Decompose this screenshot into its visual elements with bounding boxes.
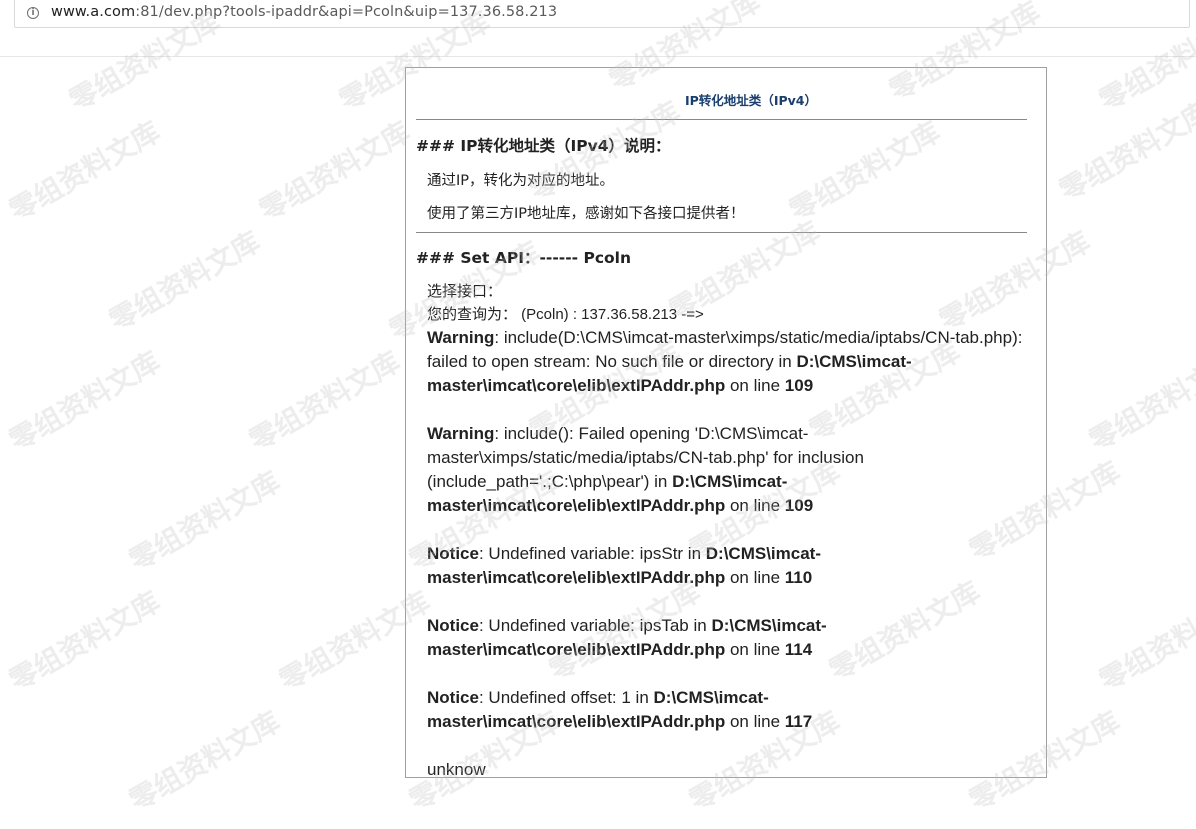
message-line-number: 109 (784, 376, 814, 395)
message-line-number: 114 (784, 640, 813, 659)
select-api-label: 选择接口： (427, 283, 503, 300)
watermark-text: 零组资料文库 (243, 345, 406, 458)
info-icon[interactable]: i (27, 7, 39, 19)
message-line-number: 117 (784, 712, 813, 731)
message-on-line: on line (725, 712, 785, 731)
watermark-text: 零组资料文库 (253, 115, 416, 228)
divider (416, 119, 1027, 120)
message-level: Notice (427, 688, 479, 707)
message-on-line: on line (725, 496, 785, 515)
url-host: www.a.com (51, 4, 136, 20)
message-line-number: 109 (784, 496, 814, 515)
panel-title: IP转化地址类（IPv4） (685, 93, 817, 108)
output-block: 选择接口： 您的查询为： (Pcoln) : 137.36.58.213 -=>… (427, 280, 1027, 782)
section-heading-description: ### IP转化地址类（IPv4）说明： (416, 137, 671, 155)
message-text: : Undefined offset: 1 in (478, 688, 654, 707)
browser-address-bar: i www.a.com:81/dev.php?tools-ipaddr&api=… (0, 0, 1196, 56)
php-message: Warning: include(D:\CMS\imcat-master\xim… (427, 326, 1027, 398)
url-path: :81/dev.php?tools-ipaddr&api=Pcoln&uip=1… (135, 4, 558, 20)
message-on-line: on line (725, 376, 785, 395)
watermark-text: 零组资料文库 (3, 345, 166, 458)
watermark-text: 零组资料文库 (1053, 95, 1196, 208)
description-line-2: 使用了第三方IP地址库，感谢如下各接口提供者！ (427, 206, 745, 222)
section-heading-api: ### Set API：------ Pcoln (416, 249, 632, 267)
watermark-text: 零组资料文库 (3, 115, 166, 228)
url-text[interactable]: www.a.com:81/dev.php?tools-ipaddr&api=Pc… (51, 4, 557, 20)
url-field[interactable]: i www.a.com:81/dev.php?tools-ipaddr&api=… (14, 0, 1190, 28)
divider (416, 232, 1027, 233)
message-level: Notice (427, 616, 479, 635)
message-on-line: on line (725, 640, 785, 659)
watermark-text: 零组资料文库 (1093, 585, 1196, 698)
watermark-text: 零组资料文库 (1083, 345, 1196, 458)
php-messages: Warning: include(D:\CMS\imcat-master\xim… (427, 326, 1027, 734)
message-level: Notice (427, 544, 479, 563)
description-line-1: 通过IP，转化为对应的地址。 (427, 173, 615, 189)
watermark-text: 零组资料文库 (123, 465, 286, 578)
message-line-number: 110 (784, 568, 813, 587)
result-text: unknow (427, 760, 486, 779)
message-text: : include(D:\CMS\imcat-master\ximps/stat… (427, 328, 1023, 371)
php-message: Warning: include(): Failed opening 'D:\C… (427, 422, 1027, 518)
php-message: Notice: Undefined variable: ipsStr in D:… (427, 542, 1027, 590)
message-on-line: on line (725, 568, 785, 587)
php-message: Notice: Undefined variable: ipsTab in D:… (427, 614, 1027, 662)
message-level: Warning (427, 328, 495, 347)
message-text: : Undefined variable: ipsStr in (478, 544, 706, 563)
ip-tool-panel: IP转化地址类（IPv4） ### IP转化地址类（IPv4）说明： 通过IP，… (405, 67, 1047, 779)
watermark-text: 零组资料文库 (103, 225, 266, 338)
message-level: Warning (427, 424, 495, 443)
query-line: 您的查询为： (Pcoln) : 137.36.58.213 -=> (427, 306, 704, 323)
watermark-text: 零组资料文库 (3, 585, 166, 698)
php-message: Notice: Undefined offset: 1 in D:\CMS\im… (427, 686, 1027, 734)
message-text: : Undefined variable: ipsTab in (478, 616, 712, 635)
watermark-text: 零组资料文库 (123, 705, 286, 818)
